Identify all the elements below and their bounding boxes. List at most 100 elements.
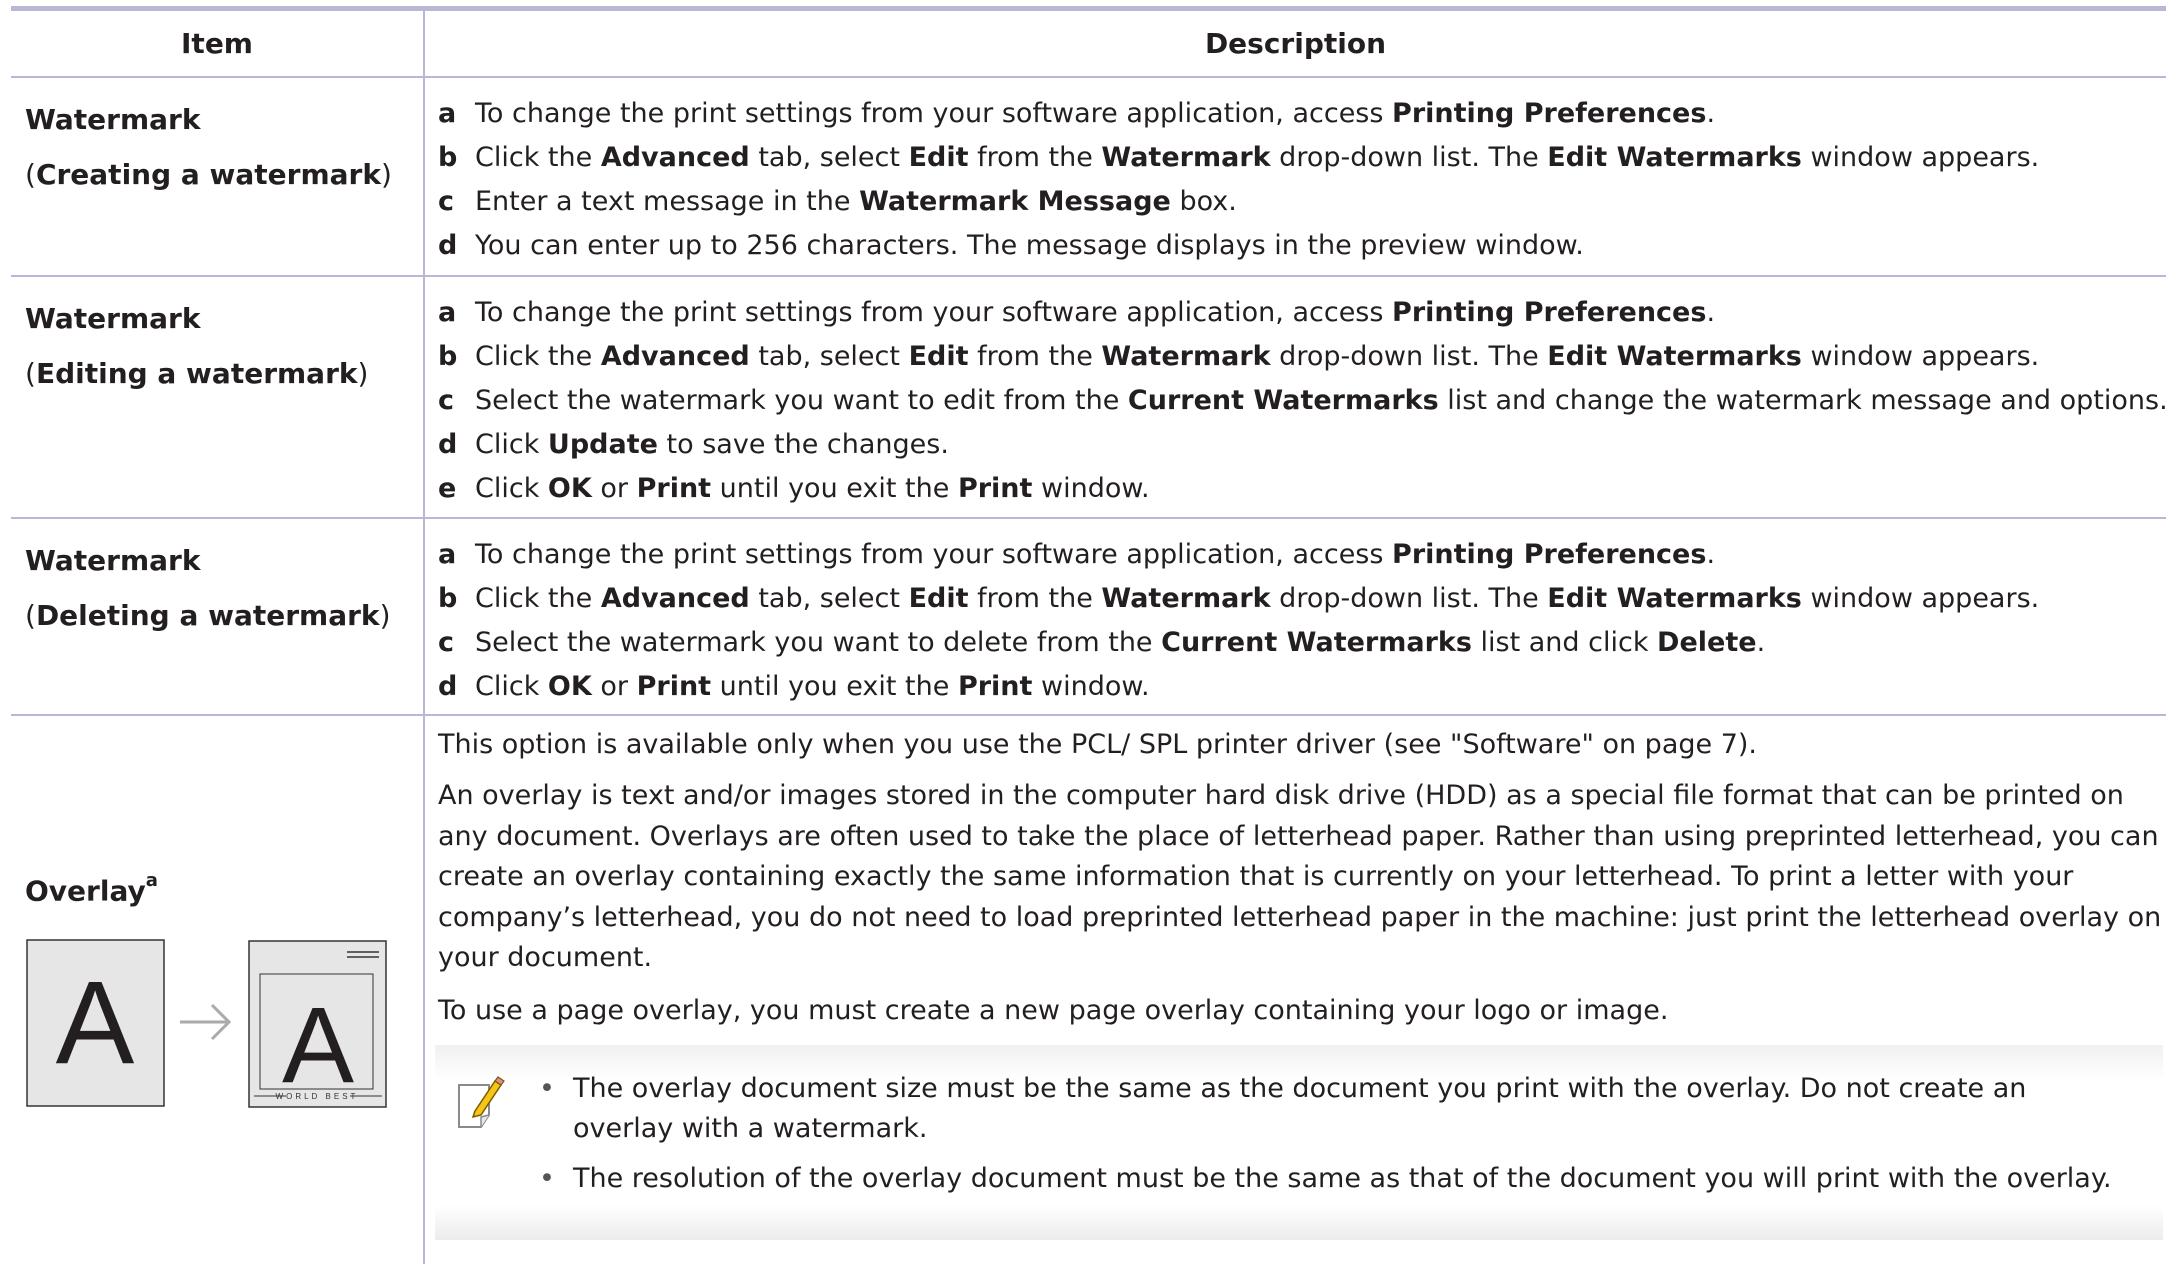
item-subtitle: (Deleting a watermark) <box>25 599 391 632</box>
table-row: Watermark (Creating a watermark) a To cha… <box>11 77 2166 277</box>
step-text: tab, select <box>749 341 909 372</box>
step-text: . <box>1706 297 1716 328</box>
step-emphasis: Advanced <box>600 341 750 372</box>
plain-page-letter: A <box>56 957 135 1089</box>
step-text: from the <box>968 583 1102 614</box>
step-letter: b <box>438 341 458 372</box>
step-letter: a <box>438 98 457 129</box>
step-text: Select the watermark you want to delete … <box>475 627 1162 658</box>
step-letter: d <box>438 671 458 702</box>
step-text: window. <box>1032 671 1150 702</box>
step-letter: b <box>438 583 458 614</box>
description-cell: a To change the print settings from your … <box>424 77 2166 277</box>
step-emphasis: Print <box>636 671 712 702</box>
step-emphasis: Edit Watermarks <box>1547 583 1802 614</box>
step-emphasis: Print <box>636 473 712 504</box>
step-text: list and click <box>1471 627 1658 658</box>
overlay-page-letter: A <box>282 984 354 1105</box>
step-emphasis: Watermark Message <box>859 186 1171 217</box>
step-text: window appears. <box>1801 341 2040 372</box>
step-item: e Click OK or Print until you exit the Pr… <box>438 467 2166 511</box>
table-header-row: Item Description <box>11 11 2166 78</box>
step-text: until you exit the <box>711 473 958 504</box>
overlay-paragraph-3: To use a page overlay, you must create a… <box>438 994 1669 1026</box>
step-text: until you exit the <box>711 671 958 702</box>
item-cell: Watermark (Editing a watermark) <box>11 276 425 519</box>
step-text: or <box>591 671 637 702</box>
step-emphasis: Printing Preferences <box>1392 98 1707 129</box>
step-text: Click <box>475 473 548 504</box>
step-emphasis: Update <box>547 429 658 460</box>
step-text: You can enter up to 256 characters. The … <box>475 230 1584 261</box>
step-text: Click the <box>475 341 601 372</box>
step-letter: a <box>438 539 457 570</box>
step-text: drop-down list. The <box>1270 341 1548 372</box>
overlay-footer-text: WORLD BEST <box>276 1092 359 1101</box>
step-letter: d <box>438 429 458 460</box>
note-item: The resolution of the overlay document m… <box>523 1159 2123 1199</box>
item-subtitle: (Creating a watermark) <box>25 158 392 191</box>
step-letter: c <box>438 385 455 416</box>
step-item: b Click the Advanced tab, select Edit fro… <box>438 136 2166 180</box>
step-emphasis: Edit <box>908 341 969 372</box>
step-item: c Enter a text message in the Watermark M… <box>438 180 2166 224</box>
overlay-paragraph-1: This option is available only when you u… <box>438 729 1757 760</box>
step-letter: b <box>438 142 458 173</box>
item-subtitle: (Editing a watermark) <box>25 357 369 390</box>
step-text: tab, select <box>749 583 909 614</box>
step-letter: c <box>438 627 455 658</box>
overlay-title: Overlaya <box>25 870 158 908</box>
step-text: to save the changes. <box>657 429 949 460</box>
note-box: The overlay document size must be the sa… <box>435 1045 2163 1240</box>
step-emphasis: Watermark <box>1101 583 1271 614</box>
step-emphasis: Advanced <box>600 142 750 173</box>
item-cell: Watermark (Creating a watermark) <box>11 77 425 277</box>
step-text: . <box>1706 98 1716 129</box>
step-text: window appears. <box>1801 583 2040 614</box>
step-text: Select the watermark you want to edit fr… <box>475 385 1128 416</box>
arrow-right-icon <box>180 1003 232 1041</box>
step-letter: a <box>438 297 457 328</box>
step-text: Click <box>475 671 548 702</box>
item-cell: Watermark (Deleting a watermark) <box>11 518 425 716</box>
step-emphasis: Edit Watermarks <box>1547 142 1802 173</box>
step-emphasis: Watermark <box>1101 341 1271 372</box>
step-emphasis: Printing Preferences <box>1392 297 1707 328</box>
step-text: . <box>1706 539 1716 570</box>
step-text: box. <box>1170 186 1237 217</box>
step-item: d Click OK or Print until you exit the Pr… <box>438 665 2166 709</box>
step-item: d Click Update to save the changes. <box>438 423 2166 467</box>
step-text: Enter a text message in the <box>475 186 860 217</box>
step-text: To change the print settings from your s… <box>475 297 1393 328</box>
table-row: Watermark (Editing a watermark) a To chan… <box>11 276 2166 519</box>
step-emphasis: Delete <box>1657 627 1757 658</box>
step-emphasis: Edit <box>908 142 969 173</box>
step-text: drop-down list. The <box>1270 583 1548 614</box>
step-emphasis: OK <box>547 473 592 504</box>
item-title: Watermark <box>25 103 201 136</box>
step-emphasis: Current Watermarks <box>1161 627 1472 658</box>
step-emphasis: Printing Preferences <box>1392 539 1707 570</box>
overlay-paragraph-2: An overlay is text and/or images stored … <box>438 780 2162 973</box>
step-text: Click the <box>475 583 601 614</box>
step-item: b Click the Advanced tab, select Edit fro… <box>438 335 2166 379</box>
step-emphasis: Watermark <box>1101 142 1271 173</box>
step-text: . <box>1756 627 1766 658</box>
step-emphasis: Print <box>957 671 1033 702</box>
step-text: or <box>591 473 637 504</box>
note-item: The overlay document size must be the sa… <box>523 1069 2123 1149</box>
step-emphasis: Advanced <box>600 583 750 614</box>
description-cell: a To change the print settings from your … <box>424 518 2166 716</box>
step-text: from the <box>968 341 1102 372</box>
step-emphasis: Edit <box>908 583 969 614</box>
step-letter: e <box>438 473 457 504</box>
note-pencil-icon <box>458 1076 505 1128</box>
item-title: Watermark <box>25 544 201 577</box>
step-item: c Select the watermark you want to edit f… <box>438 379 2166 423</box>
step-text: Click the <box>475 142 601 173</box>
description-cell: a To change the print settings from your … <box>424 276 2166 519</box>
table-row: Watermark (Deleting a watermark) a To cha… <box>11 518 2166 716</box>
header-description: Description <box>424 11 2166 78</box>
step-item: c Select the watermark you want to delete… <box>438 621 2166 665</box>
step-text: tab, select <box>749 142 909 173</box>
